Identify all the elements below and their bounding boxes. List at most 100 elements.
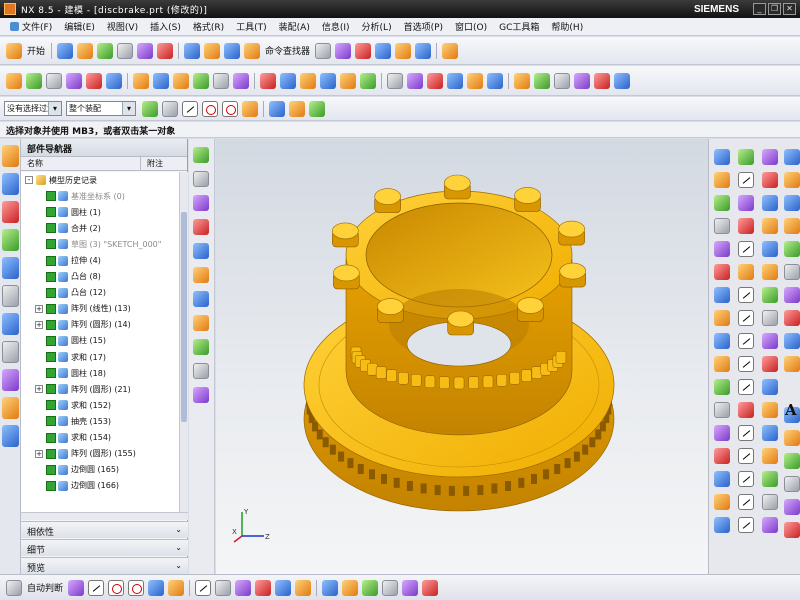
circle-icon[interactable] — [202, 100, 218, 117]
measure-icon[interactable] — [442, 42, 459, 59]
mirror-icon[interactable] — [322, 579, 339, 596]
shaded-icon[interactable] — [193, 339, 209, 355]
tree-item[interactable]: 基准坐标系 (0) — [21, 188, 179, 204]
line-icon[interactable] — [182, 100, 198, 117]
rib-icon[interactable] — [714, 379, 730, 395]
assembly-navigator-icon[interactable] — [2, 145, 19, 167]
expand-icon[interactable]: + — [35, 449, 43, 458]
text-tool-icon[interactable]: A — [785, 401, 797, 419]
zoom-in-icon[interactable] — [193, 171, 209, 187]
text-curve-icon[interactable] — [738, 287, 754, 303]
tree-item[interactable]: 拉伸 (4) — [21, 252, 179, 268]
panel-dependencies[interactable]: 相依性 ⌄ — [21, 521, 188, 538]
pattern-icon[interactable] — [427, 72, 443, 89]
sketch-finish-icon[interactable] — [6, 579, 22, 596]
swept-surface-icon[interactable] — [762, 218, 778, 234]
line-icon[interactable] — [738, 172, 754, 188]
column-header-name[interactable]: 名称 — [21, 157, 141, 170]
point-snap-icon[interactable] — [162, 100, 178, 117]
note-icon[interactable] — [784, 195, 800, 211]
visibility-checkbox[interactable] — [46, 191, 56, 202]
pan-icon[interactable] — [193, 195, 209, 211]
trim-sheet-icon[interactable] — [762, 356, 778, 372]
tree-item[interactable]: 圆柱 (18) — [21, 365, 179, 381]
arc-icon[interactable] — [222, 100, 238, 117]
visibility-checkbox[interactable] — [46, 223, 56, 234]
circle-icon[interactable] — [128, 579, 145, 596]
tree-item[interactable]: 草图 (3) "SKETCH_000" — [21, 236, 179, 252]
datum-feature-icon[interactable] — [784, 241, 800, 257]
panel-preview[interactable]: 预览 ⌄ — [21, 557, 188, 574]
arc-icon[interactable] — [108, 579, 125, 596]
cylinder-icon[interactable] — [213, 72, 229, 89]
chamfer-icon[interactable] — [235, 579, 252, 596]
visibility-checkbox[interactable] — [46, 255, 56, 266]
block-icon[interactable] — [193, 72, 209, 89]
menu-item[interactable]: 编辑(E) — [58, 20, 101, 33]
menu-item[interactable]: 分析(L) — [356, 20, 398, 33]
isoparam-icon[interactable] — [738, 402, 754, 418]
extract-curve-icon[interactable] — [738, 425, 754, 441]
right-view-icon[interactable] — [193, 291, 209, 307]
section-icon[interactable] — [193, 387, 209, 403]
paste-icon[interactable] — [157, 42, 174, 59]
mesh-icon[interactable] — [762, 195, 778, 211]
visibility-checkbox[interactable] — [46, 384, 56, 395]
intersect-icon[interactable] — [320, 72, 336, 89]
tree-item[interactable]: 合并 (2) — [21, 220, 179, 236]
web-browser-icon[interactable] — [2, 285, 19, 307]
start-button[interactable]: 开始 — [27, 44, 45, 57]
visibility-checkbox[interactable] — [46, 464, 56, 475]
slot-icon[interactable] — [153, 72, 169, 89]
offset-face-icon[interactable] — [714, 448, 730, 464]
menu-item[interactable]: 信息(I) — [316, 20, 356, 33]
tree-item[interactable]: 边倒圆 (166) — [21, 478, 179, 494]
tree-item[interactable]: 凸台 (12) — [21, 285, 179, 301]
type-filter-select[interactable]: 没有选择过滤器 — [4, 101, 62, 116]
split-body-icon[interactable] — [714, 494, 730, 510]
rotate-icon[interactable] — [335, 42, 352, 59]
sphere-icon[interactable] — [260, 72, 276, 89]
redo-icon[interactable] — [224, 42, 241, 59]
chamfer-icon[interactable] — [360, 72, 376, 89]
subtract-icon[interactable] — [300, 72, 316, 89]
midpoint-icon[interactable] — [289, 100, 305, 117]
extension-icon[interactable] — [762, 287, 778, 303]
datum-plane-icon[interactable] — [534, 72, 550, 89]
command-finder-button[interactable]: 命令查找器 — [265, 44, 310, 57]
expand-icon[interactable]: + — [35, 385, 43, 394]
visibility-checkbox[interactable] — [46, 368, 56, 379]
groove-icon[interactable] — [173, 72, 189, 89]
visibility-checkbox[interactable] — [46, 207, 56, 218]
shell-icon[interactable] — [387, 72, 403, 89]
process-studio-icon[interactable] — [2, 369, 19, 391]
revolve-icon[interactable] — [46, 72, 62, 89]
menu-item[interactable]: 首选项(P) — [398, 20, 449, 33]
quadrant-icon[interactable] — [309, 100, 325, 117]
sketch-icon[interactable] — [714, 149, 730, 165]
cut-icon[interactable] — [117, 42, 134, 59]
pmi-icon[interactable] — [784, 149, 800, 165]
circle-icon[interactable] — [738, 218, 754, 234]
visibility-checkbox[interactable] — [46, 480, 56, 491]
tree-item[interactable]: 边倒圆 (165) — [21, 462, 179, 478]
join-curve-icon[interactable] — [738, 448, 754, 464]
menu-item[interactable]: 格式(R) — [187, 20, 230, 33]
menu-item[interactable]: 窗口(O) — [449, 20, 493, 33]
point-icon[interactable] — [594, 72, 610, 89]
part-navigator-icon[interactable] — [2, 201, 19, 223]
copy-icon[interactable] — [137, 42, 154, 59]
move-icon[interactable] — [395, 42, 412, 59]
point-icon[interactable] — [738, 149, 754, 165]
visibility-checkbox[interactable] — [46, 319, 56, 330]
menu-item[interactable]: 装配(A) — [273, 20, 316, 33]
centerline-icon[interactable] — [784, 430, 800, 446]
save-icon[interactable] — [97, 42, 114, 59]
column-header-latest[interactable]: 附注 — [141, 157, 169, 170]
arc-icon[interactable] — [738, 195, 754, 211]
styled-sweep-icon[interactable] — [762, 471, 778, 487]
inferred-mode-label[interactable]: 自动判断 — [27, 581, 63, 594]
patch-icon[interactable] — [762, 402, 778, 418]
pocket-icon[interactable] — [714, 287, 730, 303]
pad-icon[interactable] — [714, 310, 730, 326]
